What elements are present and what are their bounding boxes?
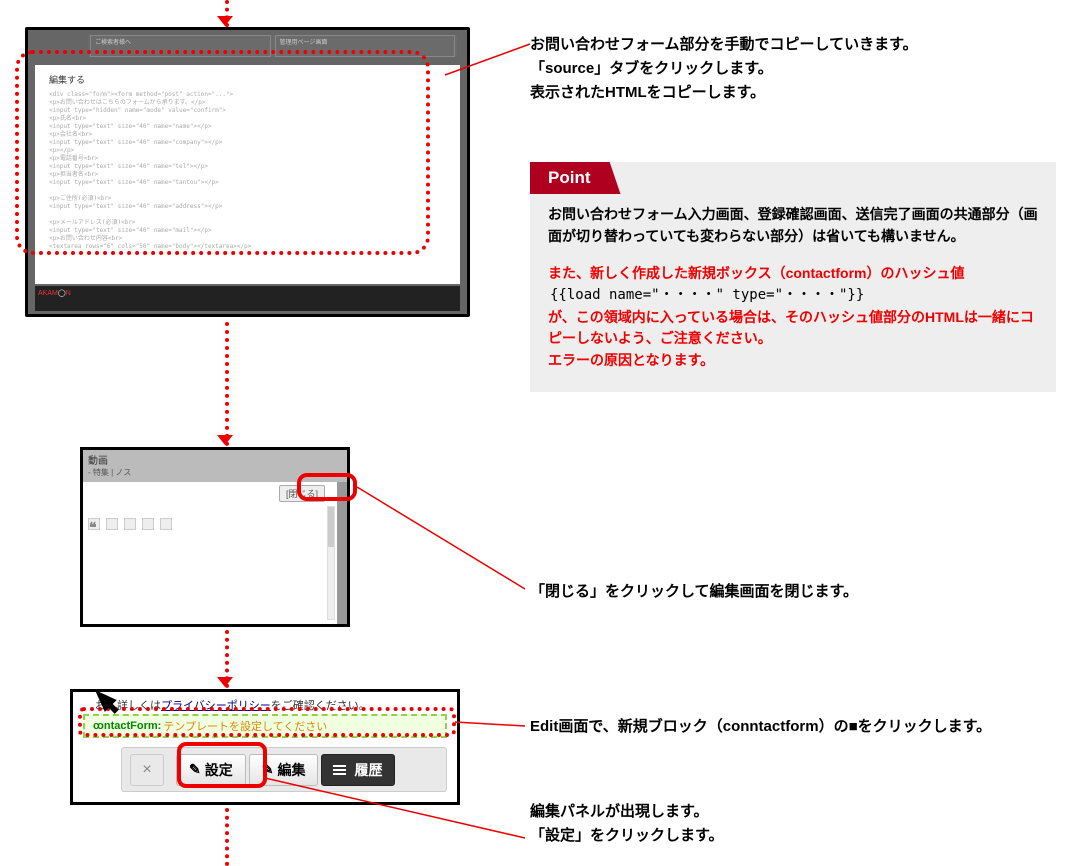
screenshot-edit-panel: お、詳しくはプライバシーポリシーをご確認ください。 contactForm: テ… xyxy=(70,689,460,805)
instruction-block-3: Edit画面で、新規ブロック（conntactform）の■をクリックします。 xyxy=(530,715,1056,739)
history-button[interactable]: 履歴 xyxy=(321,754,395,786)
pencil-icon xyxy=(189,761,201,778)
contactform-block[interactable]: contactForm: テンプレートを設定してください xyxy=(83,714,447,738)
instruction-block-1: お問い合わせフォーム部分を手動でコピーしていきます。 「source」タブをクリ… xyxy=(530,33,1056,105)
point-box: Point お問い合わせフォーム入力画面、登録確認画面、送信完了画面の共通部分（… xyxy=(530,162,1056,392)
flow-arrowhead-3 xyxy=(217,677,233,687)
source-title: 編集する xyxy=(49,75,442,87)
privacy-link[interactable]: プライバシーポリシー xyxy=(161,700,271,712)
screenshot-source-editor: ご検索者様へ 管理用ページ画面 [閉じる] 編集する <div class="f… xyxy=(25,27,470,317)
point-label: Point xyxy=(530,162,621,194)
editor-tab-2: 管理用ページ画面 xyxy=(275,35,456,57)
flow-arrow-2 xyxy=(225,322,229,446)
scrollbar[interactable] xyxy=(327,506,335,620)
point-text-red2b: エラーの原因となります。 xyxy=(548,350,1038,372)
edit-button[interactable]: 編集 xyxy=(249,754,319,786)
point-hash-example: {{load name="・・・・" type="・・・・"}} xyxy=(550,285,1038,307)
flow-arrowhead-1 xyxy=(217,16,233,26)
close-panel-button[interactable]: × xyxy=(130,754,164,786)
quote-icon: ❝ xyxy=(88,518,100,530)
brand-logo: AKAM◯N xyxy=(38,289,71,297)
instruction-block-4: 編集パネルが出現します。 「設定」をクリックします。 xyxy=(530,800,1056,848)
pencil-icon xyxy=(262,761,274,778)
settings-button[interactable]: 設定 xyxy=(176,754,246,786)
toolbar-icon xyxy=(124,518,136,530)
instruction-block-2: 「閉じる」をクリックして編集画面を閉じます。 xyxy=(530,580,1056,604)
edit-toolbar: × 設定 編集 履歴 xyxy=(121,747,447,792)
privacy-line: お、詳しくはプライバシーポリシーをご確認ください。 xyxy=(95,697,449,713)
source-code-area: 編集する <div class="form"><form method="pos… xyxy=(35,65,460,284)
toolbar-icon xyxy=(106,518,118,530)
flow-arrow-4 xyxy=(225,808,229,866)
flow-arrowhead-2 xyxy=(217,435,233,445)
toolbar-icon xyxy=(142,518,154,530)
list-icon xyxy=(334,765,346,775)
point-text-red2a: が、この領域内に入っている場合は、そのハッシュ値部分のHTMLは一緒にコピーしな… xyxy=(548,307,1038,350)
point-text-common: お問い合わせフォーム入力画面、登録確認画面、送信完了画面の共通部分（画面が切り替… xyxy=(548,204,1038,247)
close-button[interactable]: [閉じる] xyxy=(279,485,325,502)
editor-tab-1: ご検索者様へ xyxy=(90,35,271,57)
dialog-titlebar: 動画 - 特集 | ノス xyxy=(83,450,347,482)
screenshot-close-dialog: 動画 - 特集 | ノス [閉じる] ❝ xyxy=(80,447,350,627)
toolbar-icon xyxy=(160,518,172,530)
point-text-red1: また、新しく作成した新規ボックス（contactform）のハッシュ値 xyxy=(548,263,1038,285)
